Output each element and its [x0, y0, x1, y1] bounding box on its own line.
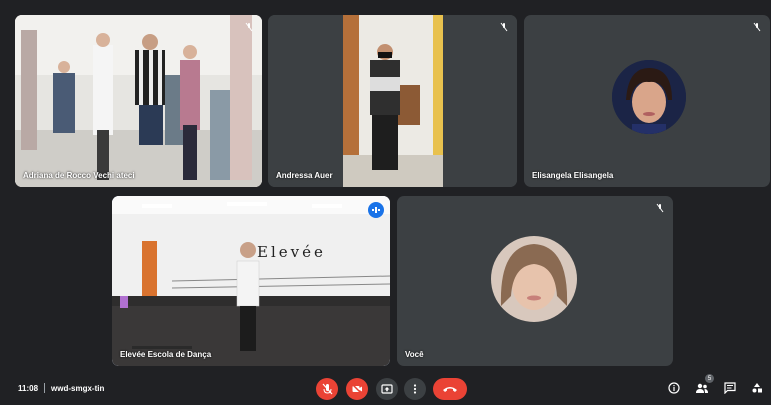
info-icon	[668, 382, 680, 394]
participant-tile[interactable]: Você	[397, 196, 673, 366]
meeting-details-button[interactable]	[667, 381, 681, 395]
mic-off-icon	[500, 22, 508, 32]
people-count-badge: 5	[705, 374, 714, 383]
camera-off-icon	[351, 383, 363, 395]
call-end-icon	[443, 387, 457, 392]
participant-video	[268, 15, 517, 187]
chat-button[interactable]	[723, 381, 737, 395]
people-icon	[696, 383, 708, 393]
more-options-button[interactable]	[404, 378, 426, 400]
studio-sign: Elevée	[257, 243, 326, 261]
participant-video	[112, 196, 390, 366]
present-icon	[381, 384, 393, 394]
avatar	[491, 236, 577, 322]
participant-tile[interactable]: Elevée Elevée Escola de Dança	[112, 196, 390, 366]
mic-off-icon	[656, 203, 664, 213]
participant-name: Adriana de Rocco Vechi ateci	[23, 171, 135, 180]
people-button[interactable]	[695, 381, 709, 395]
meeting-info: 11:08 wwd-smgx-tin	[18, 383, 104, 393]
video-grid: Adriana de Rocco Vechi ateci Andressa Au…	[0, 0, 771, 370]
speaking-indicator-icon	[368, 202, 384, 218]
participant-tile[interactable]: Adriana de Rocco Vechi ateci	[15, 15, 262, 187]
control-bar: 11:08 wwd-smgx-tin 5	[0, 370, 771, 405]
leave-call-button[interactable]	[433, 378, 467, 400]
participant-tile[interactable]: Andressa Auer	[268, 15, 517, 187]
mic-off-icon	[753, 22, 761, 32]
participant-name: Elevée Escola de Dança	[120, 350, 212, 359]
chat-icon	[724, 382, 736, 394]
activities-button[interactable]	[750, 381, 764, 395]
participant-tile[interactable]: Elisangela Elisangela	[524, 15, 770, 187]
participant-name: Elisangela Elisangela	[532, 171, 614, 180]
mic-toggle-button[interactable]	[316, 378, 338, 400]
camera-toggle-button[interactable]	[346, 378, 368, 400]
activities-icon	[752, 383, 762, 393]
present-button[interactable]	[376, 378, 398, 400]
participant-name: Andressa Auer	[276, 171, 333, 180]
avatar	[612, 60, 686, 134]
mic-off-icon	[245, 22, 253, 32]
divider	[44, 383, 46, 393]
meeting-time: 11:08	[18, 383, 39, 393]
mic-off-icon	[322, 383, 333, 395]
meeting-code: wwd-smgx-tin	[51, 383, 105, 393]
more-vert-icon	[413, 384, 417, 394]
participant-name: Você	[405, 350, 424, 359]
participant-video	[15, 15, 262, 187]
